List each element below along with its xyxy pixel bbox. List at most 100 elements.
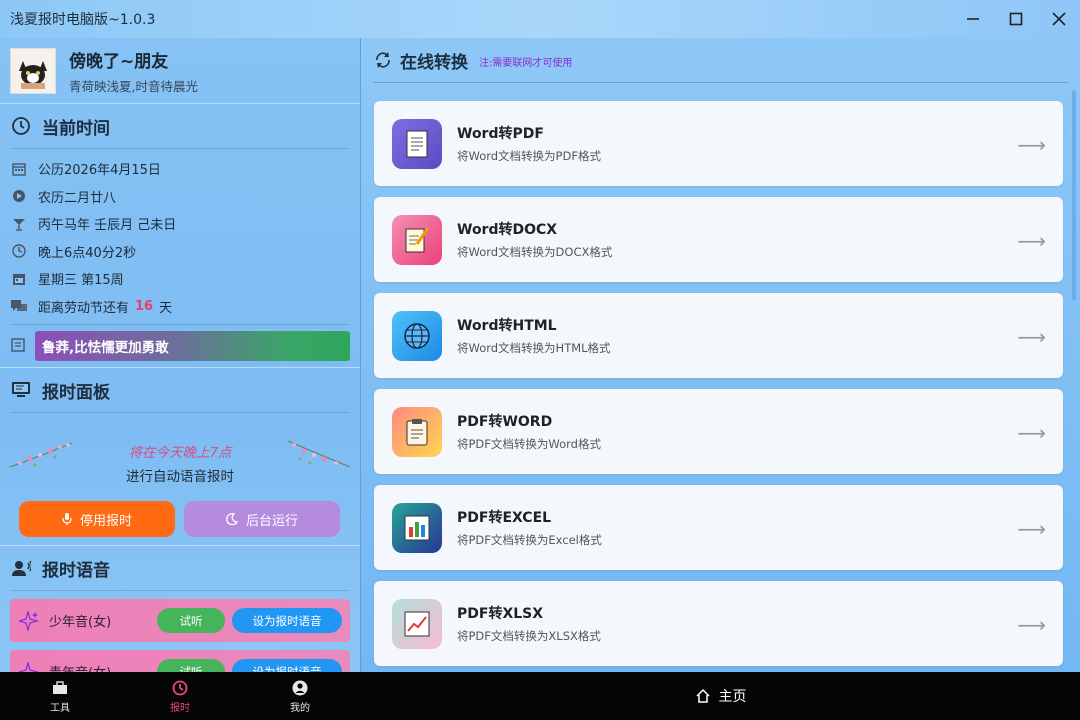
monitor-icon <box>11 380 31 400</box>
voice-user-icon <box>11 558 31 578</box>
solar-date-row: 公历2026年4月15日 <box>0 155 360 183</box>
stop-report-button[interactable]: 停用报时 <box>19 501 175 537</box>
toolbox-icon <box>52 679 68 697</box>
convert-card-list: Word转PDF 将Word文档转换为PDF格式 ⟶ Word转DOCX 将Wo… <box>361 83 1080 666</box>
time-list: 公历2026年4月15日 农历二月廿八 丙午马年 壬辰月 己未日 晚上6点40分… <box>0 149 360 320</box>
quote-row: 鲁莽,比怯懦更加勇敢 <box>0 325 360 367</box>
convert-card-pdf-excel[interactable]: PDF转EXCEL 将PDF文档转换为Excel格式 ⟶ <box>374 485 1063 570</box>
minimize-icon <box>966 18 979 20</box>
window-title: 浅夏报时电脑版~1.0.3 <box>10 12 156 28</box>
globe-icon <box>392 310 442 361</box>
bar-chart-icon <box>392 502 442 553</box>
cocktail-icon <box>11 216 27 232</box>
report-panel: 将在今天晚上7点 进行自动语音报时 <box>0 413 360 501</box>
chat-icon <box>11 298 27 314</box>
convert-card-word-pdf[interactable]: Word转PDF 将Word文档转换为PDF格式 ⟶ <box>374 101 1063 186</box>
next-report-time: 将在今天晚上7点 <box>128 445 232 461</box>
convert-icon <box>376 52 390 68</box>
time-section-header: 当前时间 <box>0 104 360 148</box>
memo-icon <box>392 214 442 265</box>
voice-name: 少年音(女) <box>49 615 112 630</box>
card-title: Word转DOCX <box>457 222 558 238</box>
nav-item-mine[interactable]: 我的 <box>240 672 360 720</box>
card-title: PDF转EXCEL <box>457 510 552 526</box>
convert-title: 在线转换 <box>400 52 468 73</box>
voice-section-header: 报时语音 <box>0 546 360 590</box>
right-panel: 在线转换 注:需要联网才可使用 Word转PDF 将Word文档转换为PDF格式… <box>361 38 1080 672</box>
left-panel: 傍晚了~朋友 青荷映浅夏,时音待晨光 当前时间 公历2026年4月15日 农历二… <box>0 38 361 672</box>
arrow-right-icon: ⟶ <box>1017 229 1046 253</box>
clock-icon <box>11 116 31 136</box>
card-desc: 将Word文档转换为HTML格式 <box>457 341 611 355</box>
note-icon <box>11 337 25 356</box>
panel-section-title: 报时面板 <box>42 382 110 403</box>
card-desc: 将PDF文档转换为Excel格式 <box>457 533 602 547</box>
set-voice-button[interactable]: 设为报时语音 <box>232 659 342 672</box>
card-title: Word转HTML <box>457 318 557 334</box>
document-icon <box>392 118 442 169</box>
countdown-row: 距离劳动节还有 16 天 <box>0 293 360 321</box>
home-label: 主页 <box>718 689 747 705</box>
card-desc: 将Word文档转换为DOCX格式 <box>457 245 613 259</box>
microphone-icon <box>62 513 72 525</box>
convert-card-word-html[interactable]: Word转HTML 将Word文档转换为HTML格式 ⟶ <box>374 293 1063 378</box>
maximize-button[interactable] <box>994 0 1037 38</box>
arrow-right-icon: ⟶ <box>1017 613 1046 637</box>
calendar-week-icon <box>11 271 27 287</box>
sparkle-icon <box>19 610 39 631</box>
convert-card-pdf-word[interactable]: PDF转WORD 将PDF文档转换为Word格式 ⟶ <box>374 389 1063 474</box>
card-title: Word转PDF <box>457 126 544 142</box>
nav-item-report[interactable]: 报时 <box>120 672 240 720</box>
card-desc: 将PDF文档转换为XLSX格式 <box>457 629 601 643</box>
card-title: PDF转XLSX <box>457 606 544 622</box>
voice-item: 少年音(女) 试听 设为报时语音 <box>10 599 350 642</box>
convert-card-word-docx[interactable]: Word转DOCX 将Word文档转换为DOCX格式 ⟶ <box>374 197 1063 282</box>
convert-card-pdf-xlsx[interactable]: PDF转XLSX 将PDF文档转换为XLSX格式 ⟶ <box>374 581 1063 666</box>
card-desc: 将Word文档转换为PDF格式 <box>457 149 601 163</box>
daily-quote: 鲁莽,比怯懦更加勇敢 <box>35 331 350 361</box>
arrow-right-icon: ⟶ <box>1017 517 1046 541</box>
next-report-desc: 进行自动语音报时 <box>126 469 234 485</box>
clock-time-row: 晚上6点40分2秒 <box>0 238 360 266</box>
user-icon <box>292 679 308 697</box>
set-voice-button[interactable]: 设为报时语音 <box>232 608 342 633</box>
title-bar: 浅夏报时电脑版~1.0.3 <box>0 0 1080 38</box>
arrow-right-icon: ⟶ <box>1017 133 1046 157</box>
clipboard-icon <box>392 406 442 457</box>
preview-voice-button[interactable]: 试听 <box>157 608 225 633</box>
clock-icon <box>172 679 188 697</box>
home-icon <box>695 688 710 703</box>
avatar[interactable] <box>10 47 56 94</box>
lunar-date-row: 农历二月廿八 <box>0 183 360 211</box>
cat-avatar-icon <box>13 50 53 91</box>
clock-icon <box>11 243 27 259</box>
countdown-days: 16 <box>135 298 154 314</box>
user-name: 傍晚了~朋友 <box>69 51 169 72</box>
panel-section-header: 报时面板 <box>0 368 360 412</box>
voice-name: 青年音(女) <box>49 662 111 672</box>
convert-header: 在线转换 注:需要联网才可使用 <box>361 38 1080 82</box>
voice-item: 青年音(女) 试听 设为报时语音 <box>10 650 350 672</box>
window-controls <box>951 0 1080 38</box>
close-button[interactable] <box>1037 0 1080 38</box>
convert-note: 注:需要联网才可使用 <box>479 58 573 69</box>
nav-item-tools[interactable]: 工具 <box>0 672 120 720</box>
close-icon <box>1051 12 1066 26</box>
home-bar[interactable]: 主页 <box>361 672 1080 720</box>
run-background-button[interactable]: 后台运行 <box>184 501 340 537</box>
bottom-nav: 工具 报时 我的 <box>0 672 361 720</box>
user-motto: 青荷映浅夏,时音待晨光 <box>69 78 198 94</box>
preview-voice-button[interactable]: 试听 <box>157 659 225 672</box>
maximize-icon <box>1009 12 1022 26</box>
time-section-title: 当前时间 <box>42 118 110 139</box>
minimize-button[interactable] <box>951 0 994 38</box>
lunar-icon <box>11 188 27 204</box>
calendar-icon <box>11 161 27 177</box>
moon-icon <box>226 513 238 525</box>
scrollbar[interactable] <box>1072 90 1076 300</box>
arrow-right-icon: ⟶ <box>1017 325 1046 349</box>
ganzhi-row: 丙午马年 壬辰月 己未日 <box>0 210 360 238</box>
line-chart-icon <box>392 598 442 649</box>
voice-section-title: 报时语音 <box>42 560 110 581</box>
arrow-right-icon: ⟶ <box>1017 421 1046 445</box>
